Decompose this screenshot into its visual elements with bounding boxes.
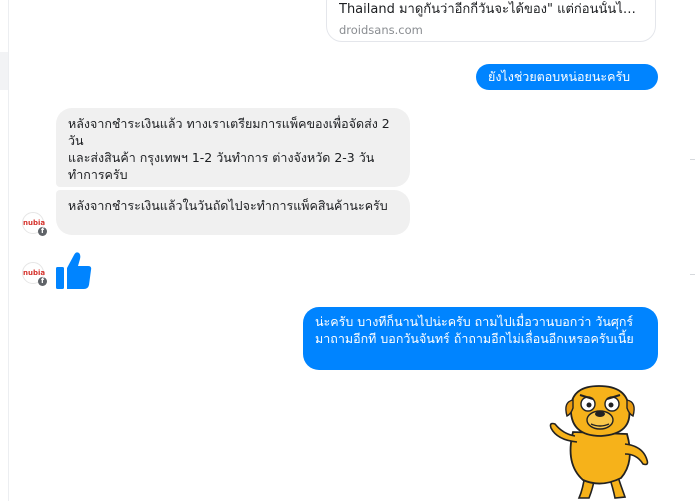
avatar-logo-text: nubia xyxy=(23,219,46,227)
avatar-logo-text: nubia xyxy=(23,269,46,277)
scroll-tick xyxy=(690,274,695,275)
facebook-badge-icon: f xyxy=(38,227,47,236)
incoming-message-text: หลังจากชำระเงินแล้ว ทางเราเตรียมการแพ็คข… xyxy=(68,116,390,182)
left-panel-notch xyxy=(0,52,8,90)
link-preview-domain: droidsans.com xyxy=(339,23,423,37)
facebook-badge-icon: f xyxy=(38,277,47,286)
outgoing-message[interactable]: ยังไงช่วยตอบหน่อยนะครับ xyxy=(476,64,658,90)
jake-the-dog-sticker[interactable] xyxy=(543,384,653,501)
link-preview-title: Thailand มาดูกันว่าอีกกี่วันจะได้ของ" แต… xyxy=(339,2,643,17)
incoming-message[interactable]: หลังจากชำระเงินแล้วในวันถัดไปจะทำการแพ็ค… xyxy=(56,190,410,235)
incoming-message[interactable]: หลังจากชำระเงินแล้ว ทางเราเตรียมการแพ็คข… xyxy=(56,108,410,187)
thumbs-up-icon[interactable] xyxy=(56,251,92,291)
outgoing-message[interactable]: น่ะครับ บางทีก็นานไปน่ะครับ ถามไปเมื่อวา… xyxy=(303,307,658,370)
link-preview-card[interactable]: Thailand มาดูกันว่าอีกกี่วันจะได้ของ" แต… xyxy=(326,0,656,42)
scroll-tick xyxy=(690,159,695,160)
